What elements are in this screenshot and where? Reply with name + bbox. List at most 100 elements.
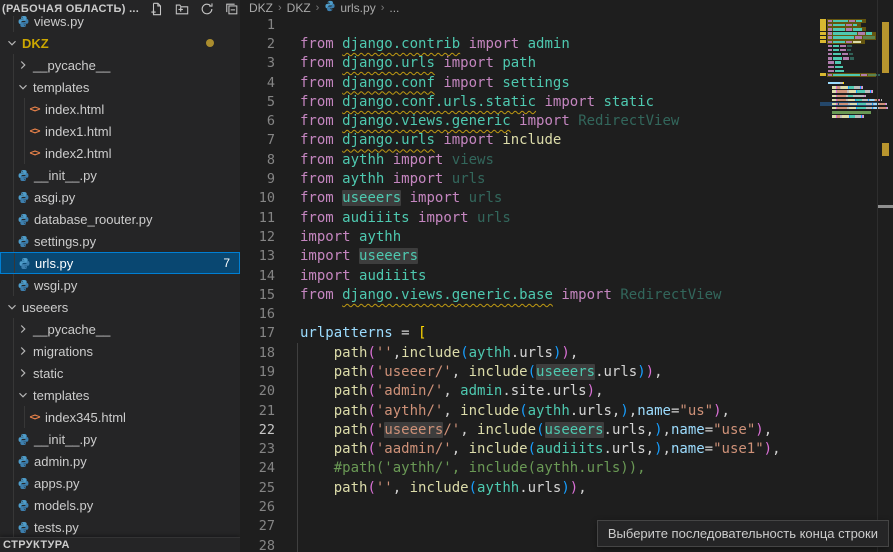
code-line-8[interactable]: 8from aythh import views (240, 150, 877, 169)
code-line-11[interactable]: 11from audiiits import urls (240, 208, 877, 227)
line-number[interactable]: 19 (240, 364, 275, 380)
code-line-7[interactable]: 7from django.urls import include (240, 131, 877, 150)
line-number[interactable]: 28 (240, 538, 275, 552)
tree-item-models.py[interactable]: models.py (0, 494, 240, 516)
chevron-right-icon[interactable] (15, 57, 31, 73)
refresh-icon[interactable] (199, 1, 215, 17)
code-line-14[interactable]: 14import audiiits (240, 266, 877, 285)
chevron-right-icon[interactable] (15, 321, 31, 337)
chevron-right-icon[interactable] (15, 365, 31, 381)
code-line-13[interactable]: 13import useeers (240, 247, 877, 266)
line-number[interactable]: 2 (240, 36, 275, 52)
new-file-icon[interactable] (149, 1, 165, 17)
line-number[interactable]: 13 (240, 248, 275, 264)
code-line-15[interactable]: 15from django.views.generic.base import … (240, 285, 877, 304)
tree-item-DKZ[interactable]: DKZ (0, 32, 240, 54)
chevron-down-icon[interactable] (4, 299, 20, 315)
tree-item-templates[interactable]: templates (0, 76, 240, 98)
tree-item-__init__.py[interactable]: __init__.py (0, 164, 240, 186)
line-number[interactable]: 9 (240, 171, 275, 187)
chevron-down-icon[interactable] (15, 79, 31, 95)
line-number[interactable]: 23 (240, 441, 275, 457)
line-number[interactable]: 1 (240, 17, 275, 33)
line-number[interactable]: 5 (240, 94, 275, 110)
breadcrumb-item[interactable]: DKZ (287, 1, 311, 15)
tree-item-templates[interactable]: templates (0, 384, 240, 406)
tree-item-index1.html[interactable]: <>index1.html (0, 120, 240, 142)
line-number[interactable]: 24 (240, 460, 275, 476)
line-number[interactable]: 20 (240, 383, 275, 399)
chevron-down-icon[interactable] (4, 35, 20, 51)
tree-item-migrations[interactable]: migrations (0, 340, 240, 362)
line-number[interactable]: 7 (240, 132, 275, 148)
line-number[interactable]: 14 (240, 268, 275, 284)
tree-item-database_roouter.py[interactable]: database_roouter.py (0, 208, 240, 230)
line-number[interactable]: 8 (240, 152, 275, 168)
code-line-21[interactable]: 21 path('aythh/', include(aythh.urls,),n… (240, 401, 877, 420)
code-line-20[interactable]: 20 path('admin/', admin.site.urls), (240, 382, 877, 401)
breadcrumb-item[interactable]: DKZ (249, 1, 273, 15)
line-number[interactable]: 6 (240, 113, 275, 129)
chevron-right-icon[interactable] (15, 343, 31, 359)
code-line-3[interactable]: 3from django.urls import path (240, 54, 877, 73)
tree-item-index345.html[interactable]: <>index345.html (0, 406, 240, 428)
tree-item-__pycache__[interactable]: __pycache__ (0, 318, 240, 340)
collapse-all-icon[interactable] (224, 1, 240, 17)
minimap-code-segment (828, 28, 832, 30)
code-line-18[interactable]: 18 path('',include(aythh.urls)), (240, 343, 877, 362)
code-line-16[interactable]: 16 (240, 304, 877, 323)
overview-ruler[interactable] (877, 0, 893, 552)
tree-item-static[interactable]: static (0, 362, 240, 384)
code-line-6[interactable]: 6from django.views.generic import Redire… (240, 111, 877, 130)
line-number[interactable]: 22 (240, 422, 275, 438)
line-number[interactable]: 16 (240, 306, 275, 322)
code-line-25[interactable]: 25 path('', include(aythh.urls)), (240, 478, 877, 497)
tree-item-tests.py[interactable]: tests.py (0, 516, 240, 538)
tree-item-useeers[interactable]: useeers (0, 296, 240, 318)
line-number[interactable]: 18 (240, 345, 275, 361)
tree-item-index.html[interactable]: <>index.html (0, 98, 240, 120)
code-line-26[interactable]: 26 (240, 497, 877, 516)
code-line-22[interactable]: 22 path('useeers/', include(useeers.urls… (240, 420, 877, 439)
tree-item-urls.py[interactable]: urls.py7 (0, 252, 240, 274)
tree-item-asgi.py[interactable]: asgi.py (0, 186, 240, 208)
breadcrumb-item[interactable]: ... (389, 1, 399, 15)
breadcrumb-item[interactable]: urls.py (324, 0, 375, 15)
line-number[interactable]: 3 (240, 55, 275, 71)
tree-item-admin.py[interactable]: admin.py (0, 450, 240, 472)
code-line-12[interactable]: 12import aythh (240, 227, 877, 246)
tree-item-__pycache__[interactable]: __pycache__ (0, 54, 240, 76)
code-line-5[interactable]: 5from django.conf.urls.static import sta… (240, 92, 877, 111)
tree-item-__init__.py[interactable]: __init__.py (0, 428, 240, 450)
line-number[interactable]: 11 (240, 210, 275, 226)
new-folder-icon[interactable] (174, 1, 190, 17)
line-number[interactable]: 4 (240, 75, 275, 91)
line-number[interactable]: 10 (240, 190, 275, 206)
line-number[interactable]: 12 (240, 229, 275, 245)
code-token: , (452, 441, 469, 457)
line-number[interactable]: 21 (240, 403, 275, 419)
code-line-2[interactable]: 2from django.contrib import admin (240, 34, 877, 53)
code-line-10[interactable]: 10from useeers import urls (240, 189, 877, 208)
code-line-17[interactable]: 17urlpatterns = [ (240, 324, 877, 343)
code-line-1[interactable]: 1 (240, 15, 877, 34)
line-number[interactable]: 15 (240, 287, 275, 303)
chevron-down-icon[interactable] (15, 387, 31, 403)
tree-item-settings.py[interactable]: settings.py (0, 230, 240, 252)
code-line-4[interactable]: 4from django.conf import settings (240, 73, 877, 92)
code-line-24[interactable]: 24 #path('aythh/', include(aythh.urls)), (240, 459, 877, 478)
line-number[interactable]: 27 (240, 518, 275, 534)
code-line-23[interactable]: 23 path('aadmin/', include(audiiits.urls… (240, 440, 877, 459)
tree-item-apps.py[interactable]: apps.py (0, 472, 240, 494)
line-number[interactable]: 17 (240, 325, 275, 341)
code-area[interactable]: 12from django.contrib import admin3from … (240, 15, 877, 552)
line-number[interactable]: 26 (240, 499, 275, 515)
minimap[interactable] (820, 15, 877, 145)
explorer-section-header[interactable]: (РАБОЧАЯ ОБЛАСТЬ) ... (0, 0, 240, 16)
code-line-19[interactable]: 19 path('useeer/', include(useeers.urls)… (240, 362, 877, 381)
tree-item-wsgi.py[interactable]: wsgi.py (0, 274, 240, 296)
line-number[interactable]: 25 (240, 480, 275, 496)
code-line-9[interactable]: 9from aythh import urls (240, 169, 877, 188)
tree-item-index2.html[interactable]: <>index2.html (0, 142, 240, 164)
outline-section-header[interactable]: СТРУКТУРА (0, 537, 240, 552)
